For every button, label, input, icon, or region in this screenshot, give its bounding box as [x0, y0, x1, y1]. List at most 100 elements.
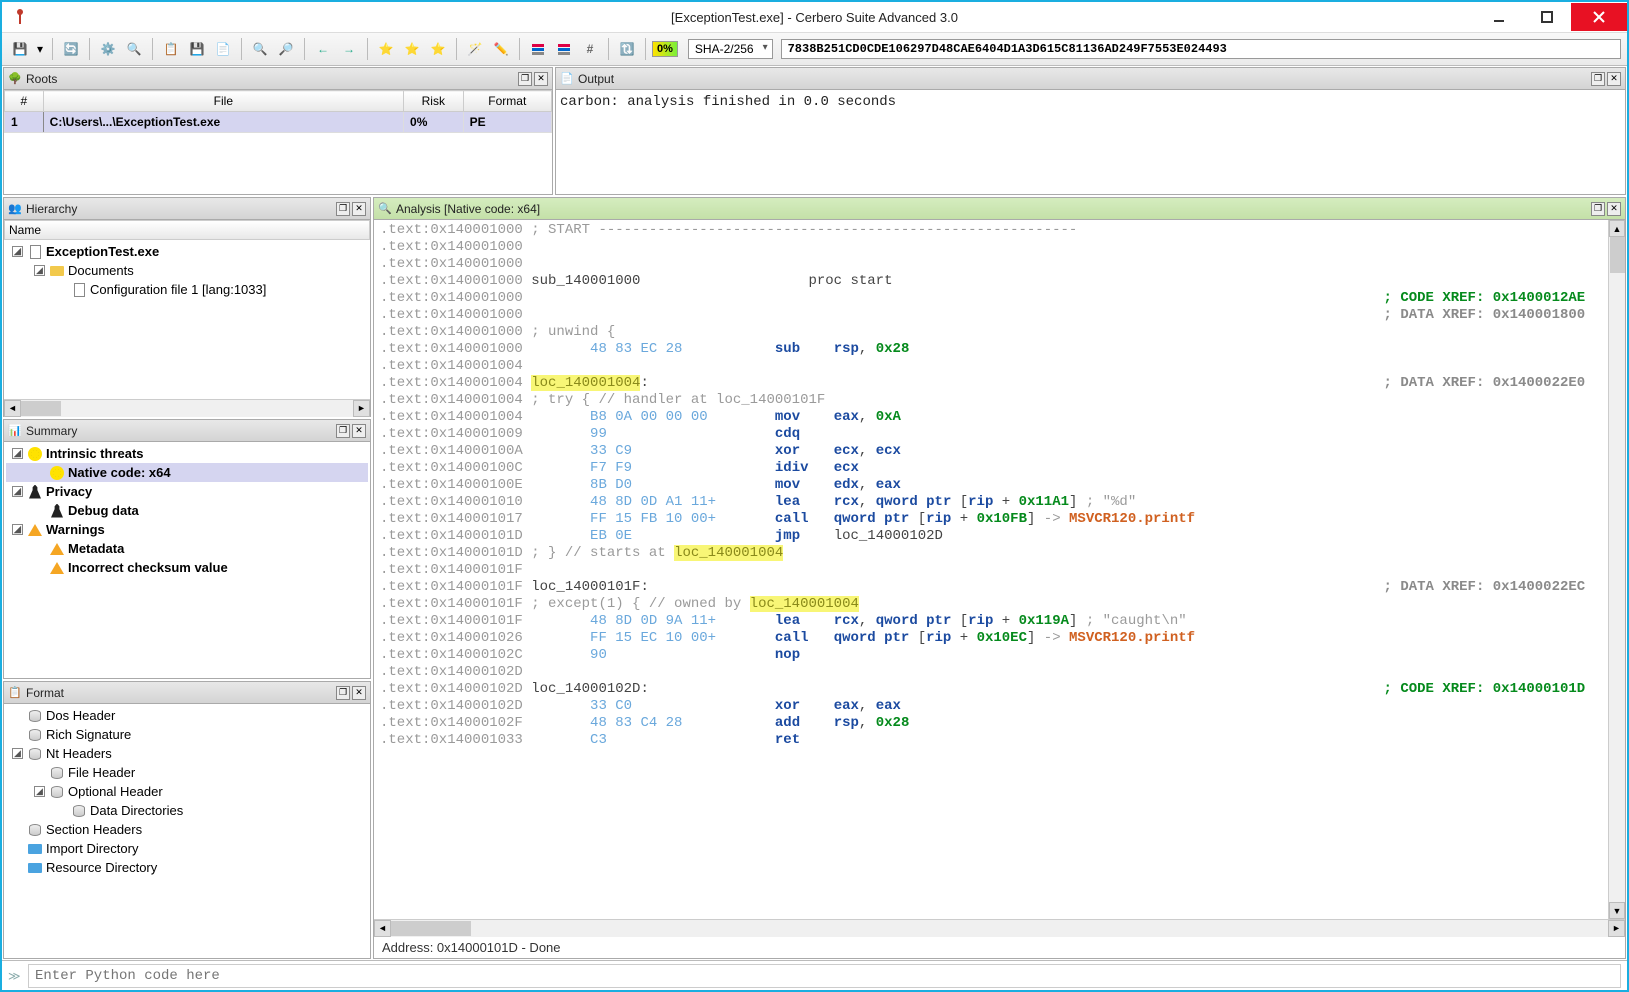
output-float-button[interactable]: ❐: [1591, 72, 1605, 86]
db-icon: [27, 823, 43, 837]
reload-button[interactable]: 🔃: [615, 37, 639, 61]
tree-item[interactable]: ◢Privacy: [6, 482, 368, 501]
warn-icon: [27, 523, 43, 537]
forward-button[interactable]: →: [337, 37, 361, 61]
risk-badge: 0%: [652, 41, 678, 57]
warn-icon: [49, 561, 65, 575]
db-icon: [27, 709, 43, 723]
summary-float-button[interactable]: ❐: [336, 424, 350, 438]
back-button[interactable]: ←: [311, 37, 335, 61]
hierarchy-close-button[interactable]: ✕: [352, 202, 366, 216]
gear-button[interactable]: ⚙️: [96, 37, 120, 61]
db-icon: [49, 785, 65, 799]
format-icon: 📋: [8, 686, 22, 700]
search-button[interactable]: 🔍: [122, 37, 146, 61]
analysis-vscrollbar[interactable]: ▲▼: [1608, 220, 1625, 919]
tree-toggle[interactable]: ◢: [12, 748, 23, 759]
hierarchy-icon: 👥: [8, 202, 22, 216]
wand-button[interactable]: 🪄: [463, 37, 487, 61]
tree-item[interactable]: Rich Signature: [6, 725, 368, 744]
clipboard-button[interactable]: 📄: [211, 37, 235, 61]
analysis-icon: 🔍: [378, 202, 392, 216]
tree-item[interactable]: Dos Header: [6, 706, 368, 725]
roots-float-button[interactable]: ❐: [518, 72, 532, 86]
copy-button[interactable]: 📋: [159, 37, 183, 61]
tree-item[interactable]: ◢ExceptionTest.exe: [6, 242, 368, 261]
tree-toggle[interactable]: ◢: [12, 448, 23, 459]
format-float-button[interactable]: ❐: [336, 686, 350, 700]
tree-toggle[interactable]: ◢: [12, 486, 23, 497]
tree-item[interactable]: Resource Directory: [6, 858, 368, 877]
python-input[interactable]: [28, 964, 1621, 988]
tree-item[interactable]: Incorrect checksum value: [6, 558, 368, 577]
tree-item[interactable]: Data Directories: [6, 801, 368, 820]
tree-toggle[interactable]: ◢: [34, 786, 45, 797]
pencil-button[interactable]: ✏️: [489, 37, 513, 61]
analysis-float-button[interactable]: ❐: [1591, 202, 1605, 216]
db-icon: [27, 728, 43, 742]
disk-button[interactable]: 💾: [185, 37, 209, 61]
summary-panel: 📊Summary❐✕ ◢Intrinsic threatsNative code…: [3, 419, 371, 679]
tree-item[interactable]: ◢Intrinsic threats: [6, 444, 368, 463]
disassembly-view[interactable]: .text:0x140001000 ; START --------------…: [374, 220, 1608, 751]
tree-item[interactable]: ◢Documents: [6, 261, 368, 280]
roots-icon: 🌳: [8, 72, 22, 86]
save-dropdown[interactable]: ▾: [34, 37, 46, 61]
folder-icon: [49, 264, 65, 278]
minimize-button[interactable]: [1475, 3, 1523, 31]
page-icon: [71, 283, 87, 297]
bars-2-button[interactable]: [552, 37, 576, 61]
person-icon: [27, 485, 43, 499]
refresh-button[interactable]: 🔄: [59, 37, 83, 61]
tree-item[interactable]: Debug data: [6, 501, 368, 520]
hash-button[interactable]: #: [578, 37, 602, 61]
star-1-button[interactable]: ⭐: [374, 37, 398, 61]
format-close-button[interactable]: ✕: [352, 686, 366, 700]
roots-table[interactable]: #FileRiskFormat 1 C:\Users\...\Exception…: [4, 90, 552, 133]
hierarchy-scrollbar[interactable]: ◄►: [4, 399, 370, 416]
tree-item[interactable]: Native code: x64: [6, 463, 368, 482]
main-toolbar: 💾 ▾ 🔄 ⚙️ 🔍 📋 💾 📄 🔍 🔎 ← → ⭐ ⭐ ⭐ 🪄 ✏️ # 🔃 …: [2, 32, 1627, 66]
maximize-button[interactable]: [1523, 3, 1571, 31]
bars-1-button[interactable]: [526, 37, 550, 61]
hierarchy-float-button[interactable]: ❐: [336, 202, 350, 216]
star-3-button[interactable]: ⭐: [426, 37, 450, 61]
tree-toggle[interactable]: ◢: [12, 246, 23, 257]
db-icon: [71, 804, 87, 818]
tree-item[interactable]: ◢Nt Headers: [6, 744, 368, 763]
tree-item[interactable]: Section Headers: [6, 820, 368, 839]
radiation-icon: [49, 466, 65, 480]
summary-close-button[interactable]: ✕: [352, 424, 366, 438]
hierarchy-panel: 👥Hierarchy❐✕ Name ◢ExceptionTest.exe◢Doc…: [3, 197, 371, 417]
tree-item[interactable]: ◢Optional Header: [6, 782, 368, 801]
save-button[interactable]: 💾: [8, 37, 32, 61]
tree-item[interactable]: ◢Warnings: [6, 520, 368, 539]
analysis-hscrollbar[interactable]: ◄►: [374, 919, 1625, 936]
table-row[interactable]: 1 C:\Users\...\ExceptionTest.exe 0% PE: [5, 112, 552, 133]
output-text[interactable]: carbon: analysis finished in 0.0 seconds: [556, 90, 1625, 194]
tree-toggle[interactable]: ◢: [34, 265, 45, 276]
output-close-button[interactable]: ✕: [1607, 72, 1621, 86]
tree-toggle[interactable]: ◢: [12, 524, 23, 535]
roots-close-button[interactable]: ✕: [534, 72, 548, 86]
hash-value-field[interactable]: 7838B251CD0CDE106297D48CAE6404D1A3D615C8…: [781, 39, 1621, 59]
star-2-button[interactable]: ⭐: [400, 37, 424, 61]
analysis-close-button[interactable]: ✕: [1607, 202, 1621, 216]
app-icon: [10, 7, 30, 27]
hash-algo-select[interactable]: SHA-2/256: [688, 39, 773, 59]
output-panel: 📄Output❐✕ carbon: analysis finished in 0…: [555, 67, 1626, 195]
output-icon: 📄: [560, 72, 574, 86]
db-icon: [27, 747, 43, 761]
zoom-out-button[interactable]: 🔍: [248, 37, 272, 61]
db-icon: [49, 766, 65, 780]
zoom-in-button[interactable]: 🔎: [274, 37, 298, 61]
page-icon: [27, 245, 43, 259]
tree-item[interactable]: Metadata: [6, 539, 368, 558]
tree-item[interactable]: Configuration file 1 [lang:1033]: [6, 280, 368, 299]
analysis-statusbar: Address: 0x14000101D - Done: [374, 936, 1625, 958]
format-panel: 📋Format❐✕ Dos HeaderRich Signature◢Nt He…: [3, 681, 371, 959]
tree-item[interactable]: File Header: [6, 763, 368, 782]
close-button[interactable]: [1571, 3, 1627, 31]
analysis-panel: 🔍Analysis [Native code: x64]❐✕ .text:0x1…: [373, 197, 1626, 959]
tree-item[interactable]: Import Directory: [6, 839, 368, 858]
